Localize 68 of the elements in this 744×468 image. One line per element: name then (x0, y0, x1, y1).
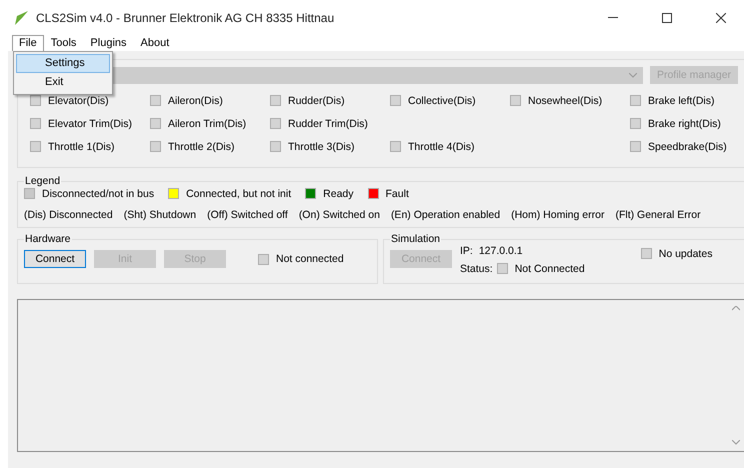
checkbox[interactable] (270, 118, 281, 129)
window-title: CLS2Sim v4.0 - Brunner Elektronik AG CH 8335 Hittnau (36, 10, 336, 24)
axis-label: Nosewheel(Dis) (528, 94, 602, 106)
axis-label: Throttle 4(Dis) (408, 140, 475, 152)
ip-label: IP: (460, 245, 473, 257)
menu-entry[interactable]: Exit (16, 73, 110, 92)
legend-code: (On) Switched on (298, 209, 380, 221)
axis-label: Collective(Dis) (408, 94, 476, 106)
checkbox-label: No updates (658, 248, 712, 260)
axis-label: Brake left(Dis) (648, 94, 715, 106)
menu-entry[interactable]: Settings (16, 54, 110, 73)
axis-label: Rudder Trim(Dis) (288, 118, 368, 130)
chevron-down-icon (629, 72, 637, 78)
scroll-down-icon (732, 440, 740, 445)
legend-label: Ready (323, 188, 354, 200)
axis-label: Brake right(Dis) (648, 118, 721, 130)
group-title: Simulation (390, 233, 442, 245)
legend-code: (Off) Switched off (207, 209, 288, 221)
checkbox[interactable] (30, 95, 41, 106)
app-logo-icon (14, 10, 28, 24)
minimize-icon (608, 17, 618, 18)
axis-label: Elevator(Dis) (48, 94, 109, 106)
axis-label: Aileron Trim(Dis) (168, 118, 246, 130)
status-indicator (496, 263, 508, 274)
checkbox[interactable] (150, 118, 161, 129)
legend-code: (En) Operation enabled (390, 209, 500, 221)
checkbox[interactable] (270, 95, 281, 106)
group-title: Legend (24, 175, 62, 187)
checkbox[interactable] (510, 95, 521, 106)
axis-label: Throttle 3(Dis) (288, 140, 355, 152)
axis-label: Throttle 1(Dis) (48, 140, 115, 152)
menu-item[interactable]: File (12, 35, 44, 51)
legend-label: Connected, but not init (186, 188, 292, 200)
ip-value: 127.0.0.1 (478, 245, 523, 257)
maximize-icon (662, 12, 672, 22)
status-label: Not Connected (514, 262, 585, 274)
checkbox[interactable] (30, 118, 41, 129)
checkbox[interactable] (150, 95, 161, 106)
axis-label: Aileron(Dis) (168, 94, 223, 106)
checkbox[interactable] (390, 141, 401, 152)
checkbox[interactable] (390, 95, 401, 106)
status-label: Not connected (276, 253, 344, 265)
checkbox[interactable] (30, 141, 41, 152)
scroll-up-icon (732, 306, 740, 311)
checkbox[interactable] (270, 141, 281, 152)
legend-label: Disconnected/not in bus (42, 188, 154, 200)
legend-code: (Sht) Shutdown (124, 209, 196, 221)
menu-item[interactable]: Plugins (83, 35, 134, 51)
hardware-button[interactable]: Connect (24, 250, 86, 268)
legend-code: (Dis) Disconnected (24, 209, 113, 221)
checkbox[interactable] (630, 95, 641, 106)
legend-label: Fault (386, 188, 409, 200)
axis-label: Speedbrake(Dis) (648, 140, 727, 152)
legend-code: (Hom) Homing error (511, 209, 604, 221)
menu-item[interactable]: About (134, 35, 176, 51)
menu-item[interactable]: Tools (44, 35, 84, 51)
close-icon (716, 12, 726, 22)
status-indicator (258, 254, 269, 264)
axis-label: Throttle 2(Dis) (168, 140, 235, 152)
checkbox[interactable] (630, 141, 641, 152)
legend-code: (Flt) General Error (615, 209, 701, 221)
axis-label: Rudder(Dis) (288, 94, 345, 106)
status-caption: Status: (460, 262, 493, 274)
checkbox[interactable] (640, 248, 652, 259)
checkbox[interactable] (630, 118, 641, 129)
checkbox[interactable] (150, 141, 161, 152)
axis-label: Elevator Trim(Dis) (48, 118, 132, 130)
group-title: Hardware (24, 233, 72, 245)
